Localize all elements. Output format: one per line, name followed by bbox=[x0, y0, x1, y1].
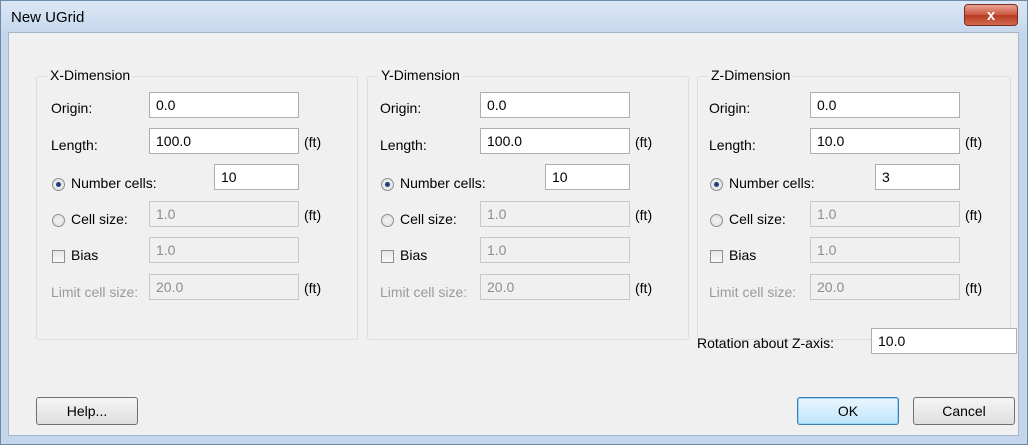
rotation-input[interactable] bbox=[871, 328, 1017, 354]
z-limit-cell-size-label: Limit cell size: bbox=[709, 284, 797, 300]
x-number-cells-label[interactable]: Number cells: bbox=[71, 175, 157, 191]
x-number-cells-radio[interactable] bbox=[52, 178, 65, 191]
x-origin-input[interactable] bbox=[149, 92, 299, 118]
z-number-cells-input[interactable] bbox=[875, 164, 960, 190]
z-origin-label: Origin: bbox=[709, 100, 751, 116]
z-length-input[interactable] bbox=[810, 128, 960, 154]
z-limit-cell-size-unit: (ft) bbox=[965, 280, 983, 296]
y-number-cells-input[interactable] bbox=[545, 164, 630, 190]
x-dimension-title: X-Dimension bbox=[47, 67, 134, 83]
y-number-cells-radio[interactable] bbox=[381, 178, 394, 191]
y-cell-size-input[interactable] bbox=[480, 201, 630, 227]
help-button[interactable]: Help... bbox=[36, 397, 138, 425]
z-origin-input[interactable] bbox=[810, 92, 960, 118]
y-dimension-title: Y-Dimension bbox=[378, 67, 463, 83]
z-cell-size-input[interactable] bbox=[810, 201, 960, 227]
y-cell-size-unit: (ft) bbox=[635, 207, 653, 223]
z-dimension-group: Z-Dimension Origin: Length: (ft) Number … bbox=[697, 67, 1011, 340]
ok-button-label: OK bbox=[837, 403, 859, 419]
x-limit-cell-size-label: Limit cell size: bbox=[51, 284, 139, 300]
y-origin-input[interactable] bbox=[480, 92, 630, 118]
z-bias-input[interactable] bbox=[810, 237, 960, 263]
y-limit-cell-size-unit: (ft) bbox=[635, 280, 653, 296]
rotation-label: Rotation about Z-axis: bbox=[697, 335, 834, 351]
x-length-input[interactable] bbox=[149, 128, 299, 154]
z-length-unit: (ft) bbox=[965, 134, 983, 150]
z-dimension-title: Z-Dimension bbox=[708, 67, 794, 83]
y-dimension-group: Y-Dimension Origin: Length: (ft) Number … bbox=[367, 67, 689, 340]
y-cell-size-radio[interactable] bbox=[381, 214, 394, 227]
z-bias-checkbox[interactable] bbox=[710, 250, 723, 263]
dialog-title: New UGrid bbox=[11, 9, 85, 26]
z-limit-cell-size-input[interactable] bbox=[810, 274, 960, 300]
y-bias-checkbox[interactable] bbox=[381, 250, 394, 263]
y-limit-cell-size-label: Limit cell size: bbox=[380, 284, 468, 300]
cancel-button-label: Cancel bbox=[942, 403, 986, 419]
cancel-button[interactable]: Cancel bbox=[913, 397, 1015, 425]
z-cell-size-radio[interactable] bbox=[710, 214, 723, 227]
y-origin-label: Origin: bbox=[380, 100, 422, 116]
x-origin-label: Origin: bbox=[51, 100, 93, 116]
x-cell-size-input[interactable] bbox=[149, 201, 299, 227]
x-bias-label[interactable]: Bias bbox=[71, 247, 98, 263]
y-length-input[interactable] bbox=[480, 128, 630, 154]
close-icon: x bbox=[986, 6, 996, 24]
x-number-cells-input[interactable] bbox=[214, 164, 299, 190]
title-bar[interactable]: New UGrid x bbox=[1, 1, 1027, 33]
z-bias-label[interactable]: Bias bbox=[729, 247, 756, 263]
y-bias-label[interactable]: Bias bbox=[400, 247, 427, 263]
close-button[interactable]: x bbox=[964, 4, 1018, 26]
x-dimension-group: X-Dimension Origin: Length: (ft) Number … bbox=[36, 67, 358, 340]
ok-button[interactable]: OK bbox=[797, 397, 899, 425]
x-cell-size-unit: (ft) bbox=[304, 207, 322, 223]
x-limit-cell-size-unit: (ft) bbox=[304, 280, 322, 296]
z-number-cells-radio[interactable] bbox=[710, 178, 723, 191]
y-limit-cell-size-input[interactable] bbox=[480, 274, 630, 300]
x-cell-size-label[interactable]: Cell size: bbox=[71, 211, 128, 227]
x-length-label: Length: bbox=[51, 137, 98, 153]
x-limit-cell-size-input[interactable] bbox=[149, 274, 299, 300]
x-cell-size-radio[interactable] bbox=[52, 214, 65, 227]
z-length-label: Length: bbox=[709, 137, 756, 153]
x-length-unit: (ft) bbox=[304, 134, 322, 150]
x-bias-checkbox[interactable] bbox=[52, 250, 65, 263]
z-cell-size-label[interactable]: Cell size: bbox=[729, 211, 786, 227]
y-length-unit: (ft) bbox=[635, 134, 653, 150]
y-bias-input[interactable] bbox=[480, 237, 630, 263]
dialog-client-area: X-Dimension Origin: Length: (ft) Number … bbox=[8, 32, 1019, 436]
y-length-label: Length: bbox=[380, 137, 427, 153]
x-bias-input[interactable] bbox=[149, 237, 299, 263]
y-number-cells-label[interactable]: Number cells: bbox=[400, 175, 486, 191]
z-number-cells-label[interactable]: Number cells: bbox=[729, 175, 815, 191]
y-cell-size-label[interactable]: Cell size: bbox=[400, 211, 457, 227]
help-button-label: Help... bbox=[66, 403, 108, 419]
z-cell-size-unit: (ft) bbox=[965, 207, 983, 223]
